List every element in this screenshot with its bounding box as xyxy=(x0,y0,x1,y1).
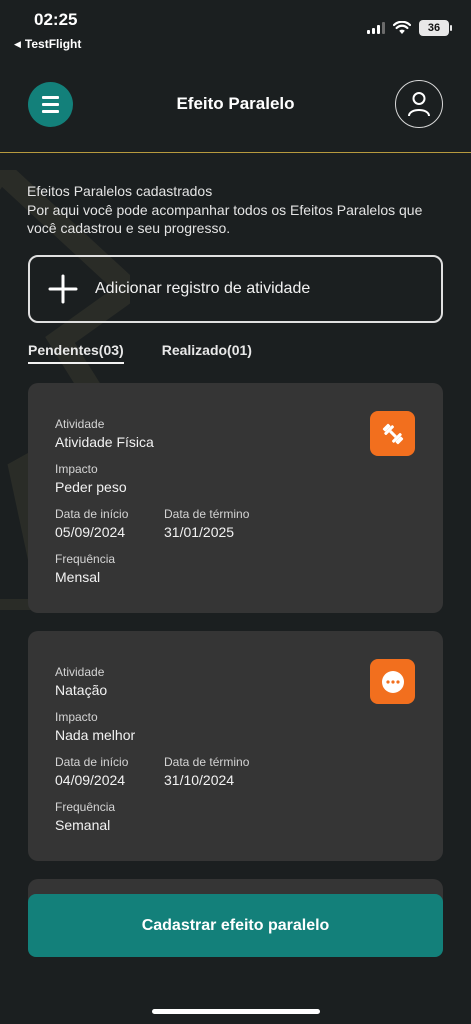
end-date-field: Data de término 31/01/2025 xyxy=(164,507,250,540)
signal-icon xyxy=(367,22,385,34)
activity-field: Atividade Atividade Física xyxy=(55,417,154,450)
back-to-app-link[interactable]: ◀ TestFlight xyxy=(14,37,81,51)
activity-field: Atividade Natação xyxy=(55,665,108,698)
card-action-button[interactable] xyxy=(370,411,415,456)
intro-title: Efeitos Paralelos cadastrados xyxy=(27,183,213,199)
tab-pendentes[interactable]: Pendentes(03) xyxy=(28,342,124,364)
activity-value: Natação xyxy=(55,682,108,698)
register-effect-button[interactable]: Cadastrar efeito paralelo xyxy=(28,894,443,957)
back-app-label: TestFlight xyxy=(24,37,82,51)
tab-realizado[interactable]: Realizado(01) xyxy=(162,342,252,364)
user-icon xyxy=(408,92,430,117)
add-activity-button[interactable]: Adicionar registro de atividade xyxy=(28,255,443,323)
intro-section: Efeitos Paralelos cadastrados Por aqui v… xyxy=(27,182,447,238)
start-date-value: 05/09/2024 xyxy=(55,524,126,540)
end-date-value: 31/10/2024 xyxy=(164,772,235,788)
end-date-value: 31/01/2025 xyxy=(164,524,235,540)
impact-field: Impacto Nada melhor xyxy=(55,710,136,743)
card-action-button[interactable] xyxy=(370,659,415,704)
back-arrow-icon: ◀ xyxy=(14,38,21,49)
start-date-field: Data de início 05/09/2024 xyxy=(55,507,129,540)
wifi-icon xyxy=(393,21,411,34)
impact-value: Peder peso xyxy=(55,479,127,495)
home-indicator[interactable] xyxy=(152,1009,320,1014)
intro-description: Por aqui você pode acompanhar todos os E… xyxy=(27,201,423,237)
status-time: 02:25 xyxy=(34,10,78,29)
plus-icon xyxy=(48,274,78,304)
frequency-field: Frequência Mensal xyxy=(55,552,116,585)
impact-field: Impacto Peder peso xyxy=(55,462,127,495)
more-dots-icon xyxy=(381,670,404,693)
frequency-value: Semanal xyxy=(55,817,111,833)
start-date-value: 04/09/2024 xyxy=(55,772,126,788)
status-indicators: 36 xyxy=(367,20,452,36)
frequency-field: Frequência Semanal xyxy=(55,800,116,833)
activity-card[interactable]: Atividade Atividade Física Impacto Peder… xyxy=(28,383,443,613)
status-tabs: Pendentes(03) Realizado(01) xyxy=(28,342,252,364)
activity-value: Atividade Física xyxy=(55,434,154,450)
impact-value: Nada melhor xyxy=(55,727,136,743)
activity-card[interactable]: Atividade Natação Impacto Nada melhor Da… xyxy=(28,631,443,861)
start-date-field: Data de início 04/09/2024 xyxy=(55,755,129,788)
profile-button[interactable] xyxy=(395,80,443,128)
status-bar: 02:25 ◀ TestFlight 36 xyxy=(0,0,471,60)
frequency-value: Mensal xyxy=(55,569,101,585)
dumbbell-icon xyxy=(382,423,403,444)
add-activity-label: Adicionar registro de atividade xyxy=(95,280,311,297)
end-date-field: Data de término 31/10/2024 xyxy=(164,755,250,788)
battery-icon: 36 xyxy=(419,20,452,36)
app-header: Efeito Paralelo xyxy=(0,60,471,153)
